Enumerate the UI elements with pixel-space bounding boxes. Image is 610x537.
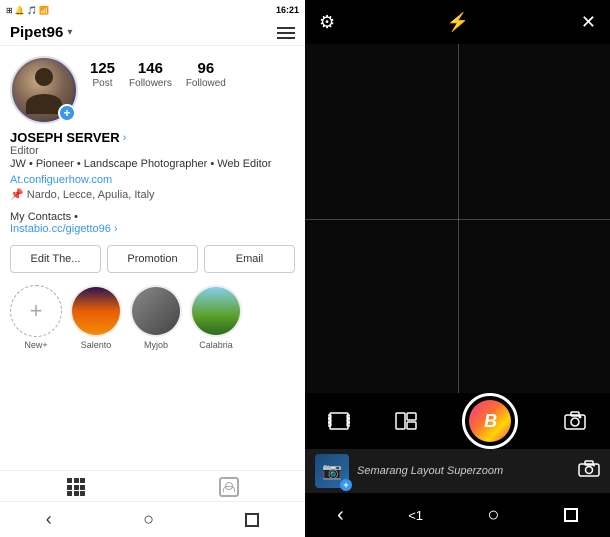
grid-icon — [67, 478, 85, 496]
home-button[interactable]: ○ — [143, 509, 154, 530]
highlight-myjob[interactable]: Myjob — [130, 285, 182, 350]
notification-plus-badge: + — [340, 479, 352, 491]
film-strip-left-svg — [328, 412, 350, 430]
notif-thumb-icon: 📷 — [322, 461, 342, 481]
edit-profile-button[interactable]: Edit The... — [10, 245, 101, 273]
role-title: Editor — [10, 145, 295, 157]
status-bar-left: ⊞ 🔔 🎵 📶 — [6, 6, 49, 15]
app-logo-text: B — [484, 411, 496, 432]
notif-camera-svg — [578, 460, 600, 478]
action-buttons: Edit The... Promotion Email — [0, 239, 305, 279]
stat-followers[interactable]: 146 Followers — [129, 60, 172, 89]
status-bar: ⊞ 🔔 🎵 📶 16:21 — [0, 0, 305, 20]
username-dropdown[interactable]: ▾ — [67, 27, 72, 38]
nav-username[interactable]: Pipet96 — [10, 24, 63, 41]
stats-row: 125 Post 146 Followers 96 Followed — [90, 60, 226, 89]
bio-text: JW • Pioneer • Landscape Photographer • … — [10, 158, 295, 170]
layout-svg — [395, 412, 417, 430]
camera-viewfinder[interactable] — [305, 44, 610, 393]
highlight-salento-image — [72, 287, 120, 335]
layout-icon[interactable] — [395, 412, 417, 430]
highlight-calabria[interactable]: Calabria — [190, 285, 242, 350]
promotion-button[interactable]: Promotion — [107, 245, 198, 273]
add-story-button[interactable]: + — [58, 104, 76, 122]
notification-thumbnail: 📷 + — [315, 454, 349, 488]
highlight-salento[interactable]: Salento — [70, 285, 122, 350]
followers-count: 146 — [138, 60, 163, 78]
highlight-calabria-label: Calabria — [199, 340, 233, 350]
flash-icon[interactable]: ⚡ — [447, 12, 469, 33]
stat-posts[interactable]: 125 Post — [90, 60, 115, 89]
camera-bottom-nav: ‹ <1 ○ — [305, 493, 610, 537]
person-tag-icon — [219, 477, 239, 497]
cam-recents-button[interactable] — [564, 508, 578, 522]
menu-icon[interactable] — [277, 27, 295, 39]
profile-info: JOSEPH SERVER › Editor JW • Pioneer • La… — [0, 130, 305, 207]
email-button[interactable]: Email — [204, 245, 295, 273]
status-time: 16:21 — [276, 5, 299, 15]
profile-section: + 125 Post 146 Followers 96 Followed — [0, 46, 305, 130]
camera-controls: B — [305, 393, 610, 449]
contacts-section: My Contacts • Instabio.cc/gigetto96 › — [0, 207, 305, 239]
cam-back-button[interactable]: ‹ — [337, 504, 344, 527]
film-left-icon[interactable] — [328, 412, 350, 430]
display-name: JOSEPH SERVER — [10, 130, 120, 145]
highlight-salento-label: Salento — [81, 340, 112, 350]
shutter-button[interactable]: B — [462, 393, 518, 449]
close-icon[interactable]: ✕ — [581, 12, 596, 33]
location-text: 📌 Nardo, Lecce, Apulia, Italy — [10, 188, 295, 201]
highlight-add-icon[interactable]: + — [10, 285, 62, 337]
status-bar-right: 16:21 — [276, 5, 299, 15]
highlight-myjob-label: Myjob — [144, 340, 168, 350]
nav-grid-tab[interactable] — [0, 477, 153, 497]
notification-text: Semarang Layout Superzoom — [357, 465, 570, 477]
recents-button[interactable] — [245, 513, 259, 527]
avatar-wrap[interactable]: + — [10, 56, 78, 124]
followed-label: Followed — [186, 78, 226, 89]
instagram-profile-panel: ⊞ 🔔 🎵 📶 16:21 Pipet96 ▾ + 125 Post — [0, 0, 305, 537]
camera-top-bar: ⚙ ⚡ ✕ — [305, 0, 610, 44]
instabio-link[interactable]: Instabio.cc/gigetto96 › — [10, 223, 295, 235]
highlight-new[interactable]: + New+ — [10, 285, 62, 350]
cam-home-button[interactable]: ○ — [487, 504, 499, 527]
notification-camera-icon[interactable] — [578, 460, 600, 483]
followed-count: 96 — [198, 60, 215, 78]
followers-label: Followers — [129, 78, 172, 89]
posts-label: Post — [93, 78, 113, 89]
camera-switch-svg — [563, 411, 587, 431]
posts-count: 125 — [90, 60, 115, 78]
system-navigation: ‹ ○ — [0, 501, 305, 537]
settings-icon[interactable]: ⚙ — [319, 12, 335, 33]
crosshair-vertical — [458, 44, 459, 393]
top-navigation: Pipet96 ▾ — [0, 20, 305, 46]
back-button[interactable]: ‹ — [46, 509, 52, 530]
bottom-navigation — [0, 470, 305, 501]
highlight-new-label: New+ — [24, 340, 47, 350]
highlight-salento-circle — [70, 285, 122, 337]
highlight-myjob-image — [132, 287, 180, 335]
camera-notification[interactable]: 📷 + Semarang Layout Superzoom — [305, 449, 610, 493]
cam-counter: <1 — [408, 508, 423, 523]
shutter-inner: B — [469, 400, 511, 442]
status-icons: ⊞ 🔔 🎵 📶 — [6, 6, 49, 15]
my-contacts-link[interactable]: My Contacts • — [10, 211, 295, 223]
highlight-calabria-image — [192, 287, 240, 335]
verified-icon: › — [123, 132, 127, 144]
highlight-myjob-circle — [130, 285, 182, 337]
highlight-calabria-circle — [190, 285, 242, 337]
website-link[interactable]: At.configuerhow.com — [10, 174, 112, 186]
highlights-row: + New+ Salento Myjob Calabria — [0, 279, 305, 356]
camera-switch-icon[interactable] — [563, 411, 587, 431]
nav-tag-tab[interactable] — [153, 477, 306, 497]
camera-panel: ⚙ ⚡ ✕ — [305, 0, 610, 537]
stat-followed[interactable]: 96 Followed — [186, 60, 226, 89]
